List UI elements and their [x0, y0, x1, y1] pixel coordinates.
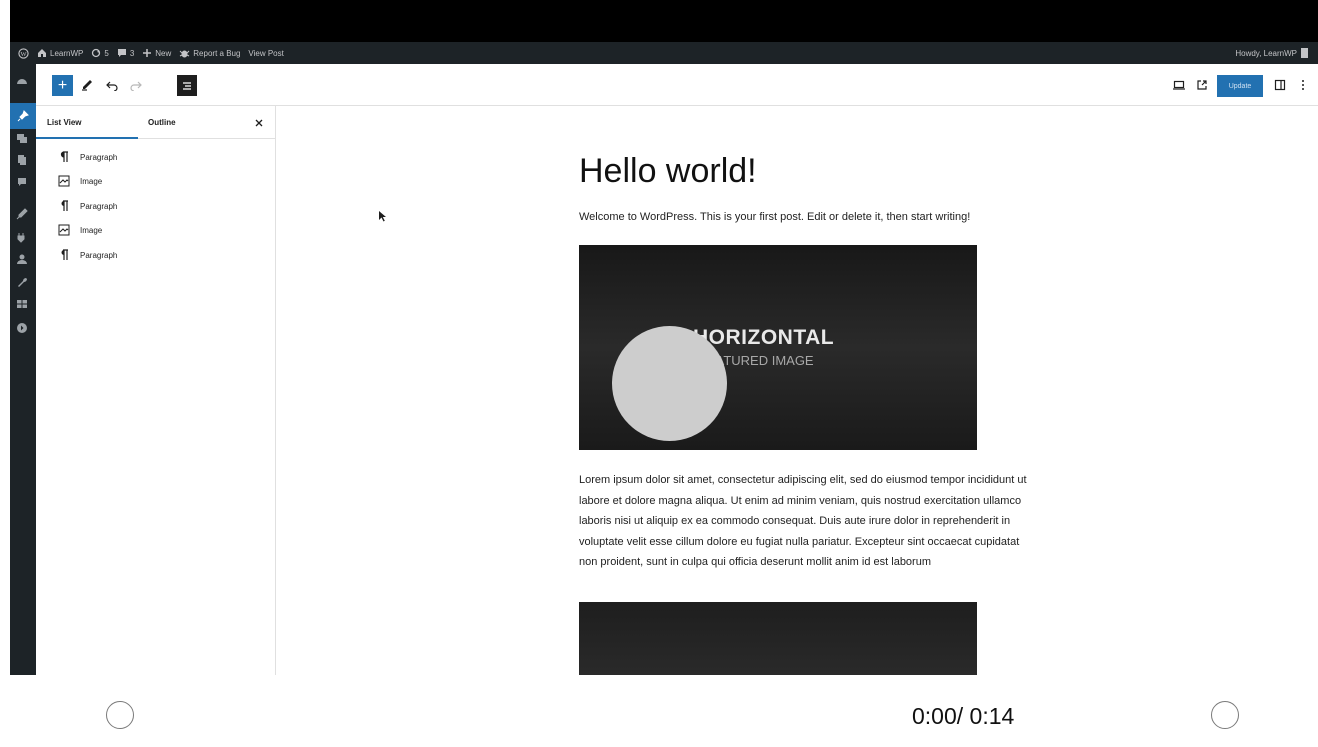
svg-text:W: W [20, 50, 27, 57]
list-view-icon [183, 81, 191, 90]
list-item-label: Paragraph [80, 250, 118, 260]
list-view-panel: List View Outline Paragraph Image Paragr… [36, 106, 276, 675]
paragraph-block[interactable]: Welcome to WordPress. This is your first… [579, 211, 970, 223]
users-icon[interactable] [14, 251, 30, 267]
pages-icon[interactable] [14, 152, 30, 168]
letterbox-top [10, 0, 1318, 42]
mouse-cursor-icon [379, 209, 387, 227]
site-name-label: LearnWP [50, 48, 84, 58]
site-name-link[interactable]: LearnWP [37, 48, 83, 58]
list-item[interactable]: Image [58, 220, 102, 240]
updates-link[interactable]: 5 [91, 48, 109, 58]
updates-count: 5 [104, 48, 109, 58]
howdy-label: Howdy, LearnWP [1235, 48, 1297, 58]
update-button[interactable]: Update [1217, 75, 1263, 97]
active-tab-indicator [36, 137, 138, 139]
tab-outline[interactable]: Outline [148, 106, 176, 139]
image-icon [58, 175, 70, 187]
block-editor: + Update List View Outline Paragraph Ima… [36, 64, 1318, 675]
video-frame: W LearnWP 5 3 New Report a Bug View Post… [10, 0, 1318, 675]
wordpress-logo-icon[interactable]: W [18, 47, 29, 59]
paragraph-icon [58, 249, 70, 261]
updates-icon [92, 48, 101, 58]
image-block[interactable] [579, 602, 977, 675]
media-icon[interactable] [14, 130, 30, 146]
paragraph-block[interactable]: Lorem ipsum dolor sit amet, consectetur … [579, 470, 1029, 573]
view-post-label: View Post [248, 48, 284, 58]
admin-menu [10, 64, 36, 675]
timecode: 0:00/ 0:14 [912, 703, 1015, 729]
plugins-icon[interactable] [14, 229, 30, 245]
undo-icon[interactable] [105, 78, 119, 92]
report-bug-link[interactable]: Report a Bug [179, 48, 240, 58]
list-item-label: Image [80, 176, 103, 186]
edit-tool-icon[interactable] [80, 78, 94, 92]
settings-sidebar-icon[interactable] [1273, 78, 1287, 92]
comments-link[interactable]: 3 [117, 48, 134, 58]
bug-icon [179, 50, 190, 58]
tab-list-view[interactable]: List View [47, 106, 82, 139]
my-account-link[interactable]: Howdy, LearnWP [1235, 42, 1308, 64]
image-block[interactable]: HORIZONTAL FEATURED IMAGE [579, 245, 977, 450]
fullscreen-button[interactable] [1211, 701, 1239, 729]
avatar [1301, 48, 1308, 58]
posts-pin-icon[interactable] [10, 103, 36, 129]
close-icon[interactable] [253, 116, 265, 128]
options-menu-icon[interactable] [1298, 78, 1308, 92]
report-bug-label: Report a Bug [193, 48, 241, 58]
plus-icon [143, 49, 152, 57]
comments-icon[interactable] [14, 174, 30, 190]
paragraph-icon [58, 151, 70, 163]
list-item-label: Paragraph [80, 201, 118, 211]
play-button[interactable] [106, 701, 134, 729]
admin-bar: W LearnWP 5 3 New Report a Bug View Post… [10, 42, 1318, 64]
touch-indicator [612, 326, 727, 441]
view-post-external-icon[interactable] [1195, 78, 1209, 92]
collapse-menu-icon[interactable] [14, 320, 30, 336]
list-item-label: Paragraph [80, 152, 118, 162]
add-block-button[interactable]: + [52, 75, 73, 96]
editor-canvas[interactable]: Hello world! Welcome to WordPress. This … [277, 106, 1318, 675]
view-post-link[interactable]: View Post [248, 49, 283, 58]
post-title[interactable]: Hello world! [579, 152, 757, 191]
video-controls: 0:00/ 0:14 [0, 675, 1318, 747]
appearance-icon[interactable] [14, 206, 30, 222]
editor-toolbar: + Update [36, 64, 1318, 106]
home-icon [38, 49, 46, 57]
list-view-toggle[interactable] [177, 75, 197, 96]
preview-desktop-icon[interactable] [1172, 78, 1186, 92]
settings-icon[interactable] [14, 296, 30, 312]
image-icon [58, 224, 70, 236]
comment-icon [117, 49, 126, 57]
new-content-link[interactable]: New [142, 48, 171, 58]
list-item[interactable]: Paragraph [58, 147, 117, 167]
panel-tabs: List View Outline [36, 106, 276, 139]
list-item[interactable]: Image [58, 171, 102, 191]
list-item[interactable]: Paragraph [58, 245, 117, 265]
dashboard-icon[interactable] [14, 72, 30, 88]
comments-count: 3 [129, 48, 135, 58]
paragraph-icon [58, 200, 70, 212]
tools-icon[interactable] [14, 274, 30, 290]
new-label: New [155, 48, 172, 58]
list-item[interactable]: Paragraph [58, 196, 117, 216]
redo-icon[interactable] [129, 78, 143, 92]
list-item-label: Image [80, 225, 103, 235]
